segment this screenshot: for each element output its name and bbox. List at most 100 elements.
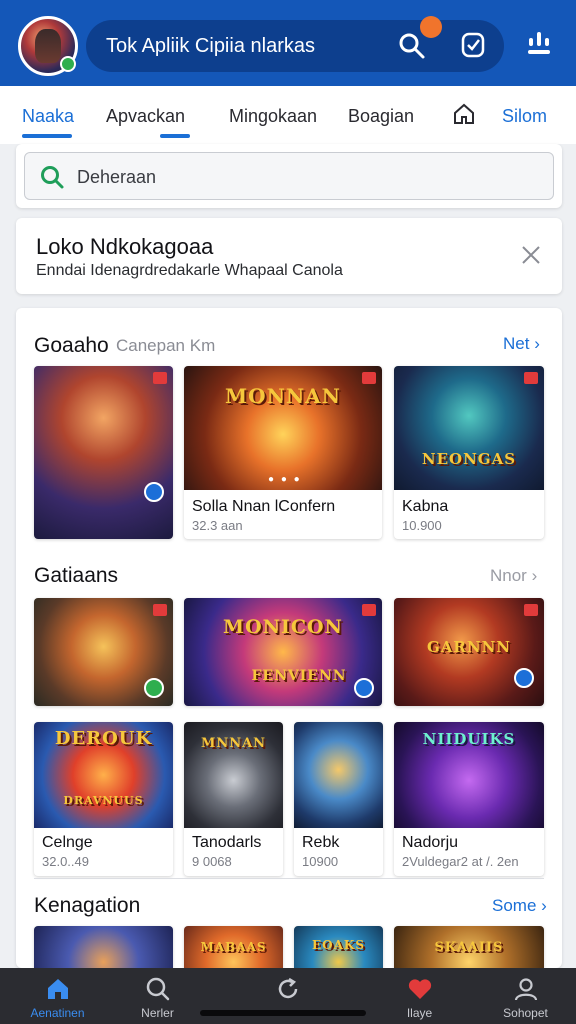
app-title: Tok Apliik Cipiia nlarkas bbox=[106, 35, 315, 57]
profile-icon bbox=[514, 978, 538, 1001]
thumbnail-title: EOAKS bbox=[311, 938, 365, 952]
tab-boagian[interactable]: Boagian bbox=[348, 106, 414, 127]
search-icon[interactable] bbox=[398, 32, 426, 60]
game-thumbnail bbox=[34, 366, 173, 539]
rating-flag bbox=[362, 372, 376, 384]
thumbnail-title: GARNNN bbox=[426, 638, 512, 656]
tab-bar: Naaka Apvackan Mingokaan Boagian bbox=[0, 86, 576, 144]
section-title: Gatiaans bbox=[34, 564, 119, 587]
thumbnail-title: MONICON bbox=[223, 616, 343, 638]
rating-flag bbox=[153, 604, 167, 616]
game-card[interactable]: DEROUK DRAVNUUS Celnge 32.0..49 bbox=[34, 722, 173, 876]
game-card[interactable]: GARNNN bbox=[394, 598, 544, 706]
home-indicator[interactable] bbox=[200, 1010, 366, 1016]
rating-flag bbox=[362, 604, 376, 616]
section-see-more-link[interactable]: Net › bbox=[503, 334, 540, 354]
game-card[interactable]: EOAKS bbox=[294, 926, 383, 968]
info-title: Loko Ndkokagoaa bbox=[36, 234, 214, 259]
section-see-more-link[interactable]: Nnor › bbox=[490, 566, 537, 586]
tab-mingokaan[interactable]: Mingokaan bbox=[229, 106, 317, 127]
home-outline-icon[interactable] bbox=[452, 102, 476, 126]
tab-silom[interactable]: Silom bbox=[502, 106, 547, 127]
game-name: Tanodarls bbox=[192, 834, 262, 851]
close-icon[interactable] bbox=[520, 244, 542, 266]
notification-icon[interactable] bbox=[458, 30, 488, 60]
thumbnail-title: MABAAS bbox=[200, 940, 267, 954]
thumbnail-title: NIIDUIKS bbox=[422, 730, 516, 748]
thumbnail-subtitle: DRAVNUUS bbox=[63, 794, 144, 807]
refresh-icon bbox=[278, 977, 298, 999]
tab-secondary-indicator bbox=[160, 134, 190, 138]
section-title: Kenagation bbox=[34, 894, 141, 917]
search-input[interactable]: Deheraan bbox=[24, 152, 554, 200]
game-card[interactable]: MNNAN Tanodarls 9 0068 bbox=[184, 722, 283, 876]
nav-item-home[interactable]: Aenatinen bbox=[0, 968, 115, 1024]
game-name: Kabna bbox=[402, 498, 449, 515]
nav-label: Sohopet bbox=[503, 1006, 548, 1020]
game-name: Nadorju bbox=[402, 834, 459, 851]
game-meta: 2Vuldegar2 at /. 2en bbox=[402, 854, 519, 869]
nav-item-profile[interactable]: Sohopet bbox=[468, 968, 576, 1024]
rating-flag bbox=[153, 372, 167, 384]
tab-apvackan[interactable]: Apvackan bbox=[106, 106, 185, 127]
tab-naaka[interactable]: Naaka bbox=[22, 106, 74, 127]
platform-badge bbox=[144, 482, 164, 502]
nav-label: Nerler bbox=[141, 1006, 174, 1020]
section-see-more-link[interactable]: Some › bbox=[492, 896, 547, 916]
game-name: Celnge bbox=[42, 834, 93, 851]
game-card[interactable] bbox=[34, 926, 173, 968]
game-card[interactable] bbox=[34, 598, 173, 706]
rating-flag bbox=[524, 372, 538, 384]
notification-dot bbox=[420, 16, 442, 38]
nav-label: Ilaye bbox=[406, 1006, 433, 1020]
search-placeholder: Deheraan bbox=[77, 167, 157, 187]
game-card[interactable]: MONNAN ● ● ● Solla Nnan lConfern 32.3 aa… bbox=[184, 366, 382, 539]
app-header: Tok Apliik Cipiia nlarkas bbox=[0, 0, 576, 86]
tab-active-indicator bbox=[22, 134, 72, 138]
search-icon bbox=[41, 166, 64, 189]
section-subtitle: Canepan Km bbox=[116, 336, 216, 355]
rating-flag bbox=[524, 604, 538, 616]
game-card[interactable]: MONICON FENVIENN bbox=[184, 598, 382, 706]
thumbnail-title: MNNAN bbox=[200, 736, 267, 751]
game-card[interactable]: Rebk 10900 bbox=[294, 722, 383, 876]
online-status-badge bbox=[60, 56, 76, 72]
game-card[interactable]: SKAAIIS bbox=[394, 926, 544, 968]
info-banner: Loko Ndkokagoaa Enndai Idenagrdredakarle… bbox=[16, 218, 562, 294]
platform-badge bbox=[354, 678, 374, 698]
info-subtitle: Enndai Idenagrdredakarle Whapaal Canola bbox=[36, 262, 343, 279]
heart-icon bbox=[408, 979, 432, 999]
game-meta: 10.900 bbox=[402, 518, 442, 533]
platform-badge bbox=[514, 668, 534, 688]
content-panel: Goaaho Canepan Km Net › MONNAN ● ● ● Sol… bbox=[16, 308, 562, 968]
thumbnail-title: NEONGAS bbox=[421, 450, 517, 468]
section-divider bbox=[34, 878, 544, 879]
section-title: Goaaho bbox=[34, 334, 109, 357]
nav-label: Aenatinen bbox=[30, 1006, 85, 1020]
thumbnail-title: SKAAIIS bbox=[434, 940, 504, 955]
game-card[interactable]: NIIDUIKS Nadorju 2Vuldegar2 at /. 2en bbox=[394, 722, 544, 876]
game-thumbnail bbox=[394, 366, 544, 490]
thumbnail-subtitle: FENVIENN bbox=[251, 668, 347, 684]
nav-item-search[interactable]: Nerler bbox=[100, 968, 215, 1024]
game-meta: 32.0..49 bbox=[42, 854, 89, 869]
game-card[interactable]: NEONGAS Kabna 10.900 bbox=[394, 366, 544, 539]
thumbnail-title: MONNAN bbox=[225, 384, 341, 408]
game-meta: 10900 bbox=[302, 854, 339, 869]
thumbnail-title: DEROUK bbox=[54, 728, 153, 749]
game-name: Rebk bbox=[302, 834, 340, 851]
game-name: Solla Nnan lConfern bbox=[192, 498, 336, 515]
game-meta: 32.3 aan bbox=[192, 518, 243, 533]
game-thumbnail bbox=[294, 722, 383, 828]
game-thumbnail bbox=[34, 926, 173, 968]
game-card[interactable] bbox=[34, 366, 173, 539]
menu-icon[interactable] bbox=[524, 30, 554, 60]
search-icon bbox=[146, 977, 170, 1001]
home-icon bbox=[48, 979, 68, 999]
game-meta: 9 0068 bbox=[192, 854, 232, 869]
carousel-dots: ● ● ● bbox=[268, 474, 302, 485]
platform-badge bbox=[144, 678, 164, 698]
game-card[interactable]: MABAAS bbox=[184, 926, 283, 968]
nav-item-likes[interactable]: Ilaye bbox=[362, 968, 477, 1024]
game-thumbnail bbox=[184, 598, 382, 706]
